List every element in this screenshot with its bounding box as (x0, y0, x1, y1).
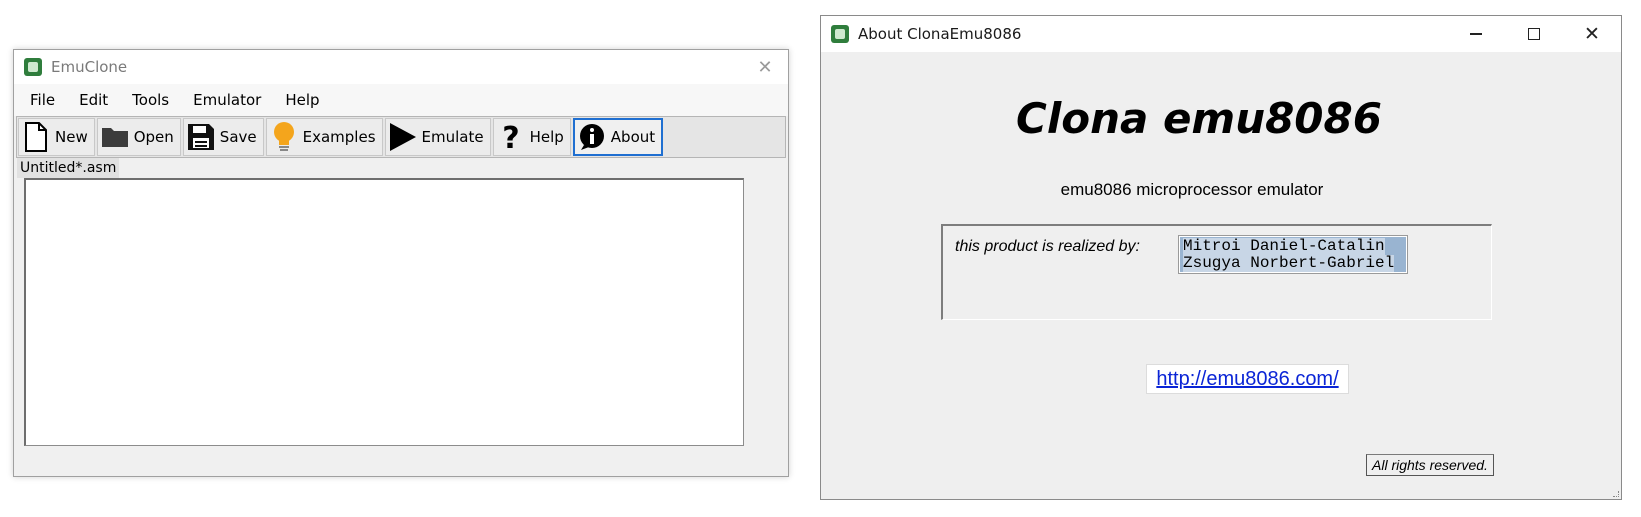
rights-notice: All rights reserved. (1366, 454, 1494, 476)
lightbulb-icon (269, 120, 299, 154)
minimize-button[interactable] (1447, 16, 1505, 52)
about-button-label: About (610, 128, 656, 146)
credits-label: this product is realized by: (955, 238, 1140, 255)
about-dialog: About ClonaEmu8086 ✕ Clona emu8086 emu80… (820, 15, 1622, 500)
about-window-title: About ClonaEmu8086 (858, 25, 1022, 43)
about-titlebar[interactable]: About ClonaEmu8086 ✕ (821, 16, 1621, 52)
about-subtitle: emu8086 microprocessor emulator (821, 180, 1621, 200)
help-button[interactable]: ? Help (492, 118, 571, 156)
website-link[interactable]: http://emu8086.com/ (1146, 364, 1349, 394)
main-window-title: EmuClone (51, 58, 128, 76)
app-icon (831, 25, 849, 43)
new-file-icon (21, 120, 51, 154)
emuclone-window: EmuClone ✕ File Edit Tools Emulator Help… (13, 49, 789, 477)
resize-grip[interactable] (1613, 491, 1619, 497)
maximize-icon (1528, 28, 1540, 40)
app-icon (24, 58, 42, 76)
question-mark-icon: ? (496, 120, 526, 154)
menu-help[interactable]: Help (273, 84, 331, 116)
save-button[interactable]: Save (182, 118, 264, 156)
new-button[interactable]: New (18, 118, 95, 156)
floppy-disk-icon (186, 120, 216, 154)
about-heading-text: Clona emu8086 (1016, 94, 1382, 143)
open-button-label: Open (133, 128, 174, 146)
credits-list[interactable]: Mitroi Daniel-Catalin Zsugya Norbert-Gab… (1178, 235, 1408, 274)
menu-file[interactable]: File (18, 84, 67, 116)
new-button-label: New (55, 128, 88, 146)
credit-name: Zsugya Norbert-Gabriel (1183, 254, 1395, 272)
save-button-label: Save (219, 128, 257, 146)
menubar: File Edit Tools Emulator Help (14, 84, 788, 116)
about-heading: Clona emu8086 (821, 94, 1621, 143)
credits-panel: this product is realized by: Mitroi Dani… (941, 224, 1492, 320)
menu-emulator[interactable]: Emulator (181, 84, 273, 116)
minimize-icon (1470, 33, 1482, 35)
main-titlebar[interactable]: EmuClone ✕ (14, 50, 788, 84)
open-button[interactable]: Open (96, 118, 181, 156)
menu-edit[interactable]: Edit (67, 84, 120, 116)
menu-tools[interactable]: Tools (120, 84, 181, 116)
emulate-button-label: Emulate (421, 128, 484, 146)
about-close-button[interactable]: ✕ (1563, 16, 1621, 52)
play-icon (388, 120, 418, 154)
emulate-button[interactable]: Emulate (384, 118, 491, 156)
credit-name: Mitroi Daniel-Catalin (1183, 237, 1385, 255)
help-button-label: Help (529, 128, 564, 146)
about-subtitle-text: emu8086 microprocessor emulator (1060, 180, 1324, 199)
examples-button[interactable]: Examples (265, 118, 383, 156)
about-button[interactable]: About (572, 118, 664, 156)
folder-icon (100, 120, 130, 154)
tab-untitled-asm[interactable]: Untitled*.asm (17, 158, 120, 178)
main-close-button[interactable]: ✕ (742, 50, 788, 84)
code-editor[interactable] (24, 178, 744, 446)
info-bubble-icon (577, 120, 607, 154)
svg-text:?: ? (502, 122, 519, 152)
maximize-button[interactable] (1505, 16, 1563, 52)
examples-button-label: Examples (302, 128, 376, 146)
toolbar: New Open Save Examples Emulate ? Help Ab… (16, 116, 786, 158)
